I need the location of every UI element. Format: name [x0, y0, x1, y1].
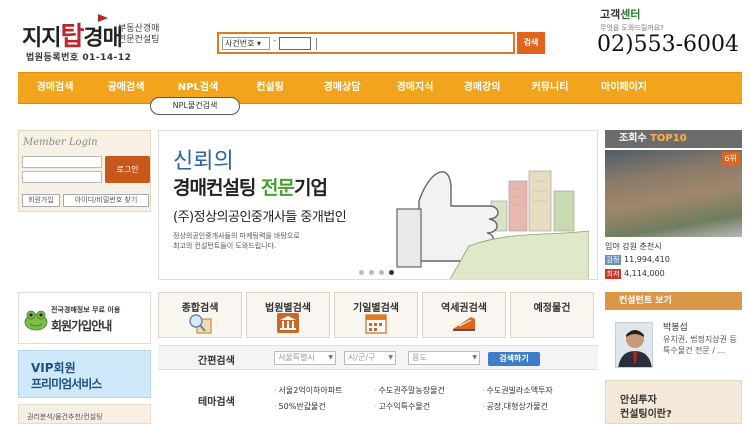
- vip-promo[interactable]: VIP회원 프리미엄서비스: [18, 350, 151, 398]
- search-button[interactable]: 검색: [517, 32, 545, 54]
- usage-select[interactable]: 용도: [408, 351, 480, 365]
- theme-search: 테마검색 서울2억이하아파트 수도권주말농장물건 수도권빌라소액투자 50%반값…: [158, 375, 598, 424]
- region-select[interactable]: 서울특별시: [274, 351, 336, 365]
- logo-tagline: 부동산경매 전문컨설팅: [118, 24, 160, 45]
- safe-investment-promo[interactable]: 안심투자 컨설팅이란?: [605, 380, 742, 424]
- consultant-photo: [615, 322, 653, 368]
- theme-link[interactable]: 고수익특수물건: [374, 401, 431, 412]
- frog-icon: [24, 310, 48, 331]
- banner-pagination[interactable]: [359, 267, 399, 278]
- safe-investment-title: 안심투자: [620, 395, 657, 406]
- theme-link[interactable]: 수도권빌라소액투자: [482, 385, 553, 396]
- find-id-password-button[interactable]: 아이디/비밀번호 찾기: [63, 194, 149, 207]
- banner-dot[interactable]: [369, 270, 374, 275]
- consultant-name: 박봉섭: [663, 323, 688, 333]
- site-logo[interactable]: 지지탑경매 부동산경매 전문컨설팅 법원등록번호 01-14-12: [22, 14, 172, 63]
- district-select[interactable]: 시/군/구: [344, 351, 396, 365]
- member-login-box: Member Login 로그인 회원가입 아이디/비밀번호 찾기: [18, 130, 151, 212]
- safe-investment-subtitle: 컨설팅이란?: [620, 409, 672, 420]
- phone-number: 02)553-6004: [597, 32, 739, 57]
- top10-minimum-row: 최저 4,114,000: [605, 269, 665, 279]
- banner-company: (주)정상의공인중개사들 중개법인: [173, 210, 347, 225]
- analysis-promo[interactable]: 권리분석/물건추천/컨설팅: [18, 404, 151, 424]
- consultant-header: 컨설턴트 보기: [605, 292, 742, 310]
- train-icon: [453, 317, 475, 331]
- minimum-tag: 최저: [605, 269, 621, 279]
- tab-station-search[interactable]: 역세권검색: [422, 292, 506, 338]
- rank-badge: 6위: [721, 152, 740, 165]
- banner-headline-1: 신뢰의: [173, 149, 234, 174]
- case-search-box: 사건번호 ▾ -: [217, 32, 515, 54]
- appraisal-tag: 감정: [605, 255, 621, 265]
- join-button[interactable]: 회원가입: [22, 194, 60, 207]
- nav-auction-search[interactable]: 경매검색: [18, 73, 92, 103]
- top10-location: 임야 강원 춘천시: [605, 242, 662, 251]
- theme-link[interactable]: 서울2억이하아파트: [274, 385, 343, 396]
- banner-dot[interactable]: [359, 270, 364, 275]
- tab-court-search[interactable]: 법원별검색: [246, 292, 330, 338]
- simple-search-label: 간편검색: [198, 356, 235, 367]
- search-dash: -: [273, 36, 277, 46]
- courthouse-icon: [277, 313, 299, 333]
- nav-auction-lecture[interactable]: 경매강의: [450, 73, 514, 103]
- nav-auction-counsel[interactable]: 경매상담: [304, 73, 380, 103]
- tab-date-search[interactable]: 기일별검색: [334, 292, 418, 338]
- views-top10[interactable]: 조회수 TOP10 6위 임야 강원 춘천시 감정 11,994,410 최저 4,…: [605, 130, 742, 285]
- banner-description: 정상의공인중개사들의 마케팅력을 바탕으로 최고의 컨설턴트들이 도와드립니다.: [173, 232, 300, 250]
- nav-mypage[interactable]: 마이페이지: [586, 73, 662, 103]
- logo-text: 지지탑경매: [22, 22, 123, 52]
- calendar-icon: [365, 314, 387, 334]
- top10-appraisal-row: 감정 11,994,410: [605, 255, 670, 265]
- magnifier-house-icon: [189, 314, 212, 334]
- vip-title: VIP회원: [31, 361, 76, 375]
- case-year-input[interactable]: [279, 37, 311, 50]
- simple-search-button[interactable]: 검색하기: [488, 352, 540, 366]
- theme-search-label: 테마검색: [198, 397, 235, 408]
- banner-dot[interactable]: [379, 270, 384, 275]
- banner-headline-2: 경매컨설팅 전문기업: [173, 177, 328, 199]
- join-guide-promo[interactable]: 전국경매정보 무료 이용 회원가입안내: [18, 292, 151, 344]
- login-id-input[interactable]: [22, 156, 102, 168]
- court-registration-number: 법원등록번호 01-14-12: [26, 53, 132, 63]
- customer-center: 고객센터 무엇을 도와드릴까요?: [600, 6, 664, 33]
- thumbs-up-city-illustration: [396, 170, 589, 279]
- theme-link[interactable]: 50%반값물건: [274, 401, 326, 412]
- top10-property-photo[interactable]: 6위: [605, 150, 742, 237]
- consultant-description: 유치권, 법정지상권 등 특수물건 전문 / ...: [663, 335, 737, 355]
- main-banner[interactable]: 신뢰의 경매컨설팅 전문기업 (주)정상의공인중개사들 중개법인 정상의공인중개…: [158, 130, 598, 280]
- login-password-input[interactable]: [22, 171, 102, 183]
- nav-public-auction-search[interactable]: 공매검색: [92, 73, 160, 103]
- nav-community[interactable]: 커뮤니티: [514, 73, 586, 103]
- vip-subtitle: 프리미엄서비스: [31, 377, 102, 391]
- customer-center-title: 고객센터: [600, 8, 641, 21]
- nav-auction-knowledge[interactable]: 경매지식: [380, 73, 450, 103]
- search-type-select[interactable]: 사건번호 ▾: [222, 37, 270, 50]
- banner-dot-active[interactable]: [389, 270, 394, 275]
- join-guide-small: 전국경매정보 무료 이용: [51, 306, 121, 314]
- consultant-box[interactable]: 컨설턴트 보기 박봉섭 유치권, 법정지상권 등 특수물건 전문 / ...: [605, 292, 742, 372]
- case-number-input[interactable]: [316, 38, 317, 50]
- theme-link[interactable]: 공장,대형상가물건: [482, 401, 548, 412]
- nav-consulting[interactable]: 컨설팅: [236, 73, 304, 103]
- subnav-npl-item-search[interactable]: NPL물건검색: [150, 97, 240, 115]
- top10-header: 조회수 TOP10: [605, 130, 742, 148]
- join-guide-title: 회원가입안내: [51, 319, 112, 333]
- simple-search-bar: 간편검색 서울특별시 시/군/구 용도 검색하기: [158, 345, 598, 370]
- theme-link[interactable]: 수도권주말농장물건: [374, 385, 445, 396]
- main-nav: 경매검색 공매검색 NPL검색 컨설팅 경매상담 경매지식 경매강의 커뮤니티 …: [18, 72, 742, 104]
- login-button[interactable]: 로그인: [105, 156, 150, 183]
- tab-integrated-search[interactable]: 종합검색: [158, 292, 242, 338]
- tab-upcoming-items[interactable]: 예정물건: [510, 292, 594, 338]
- login-title: Member Login: [23, 137, 98, 148]
